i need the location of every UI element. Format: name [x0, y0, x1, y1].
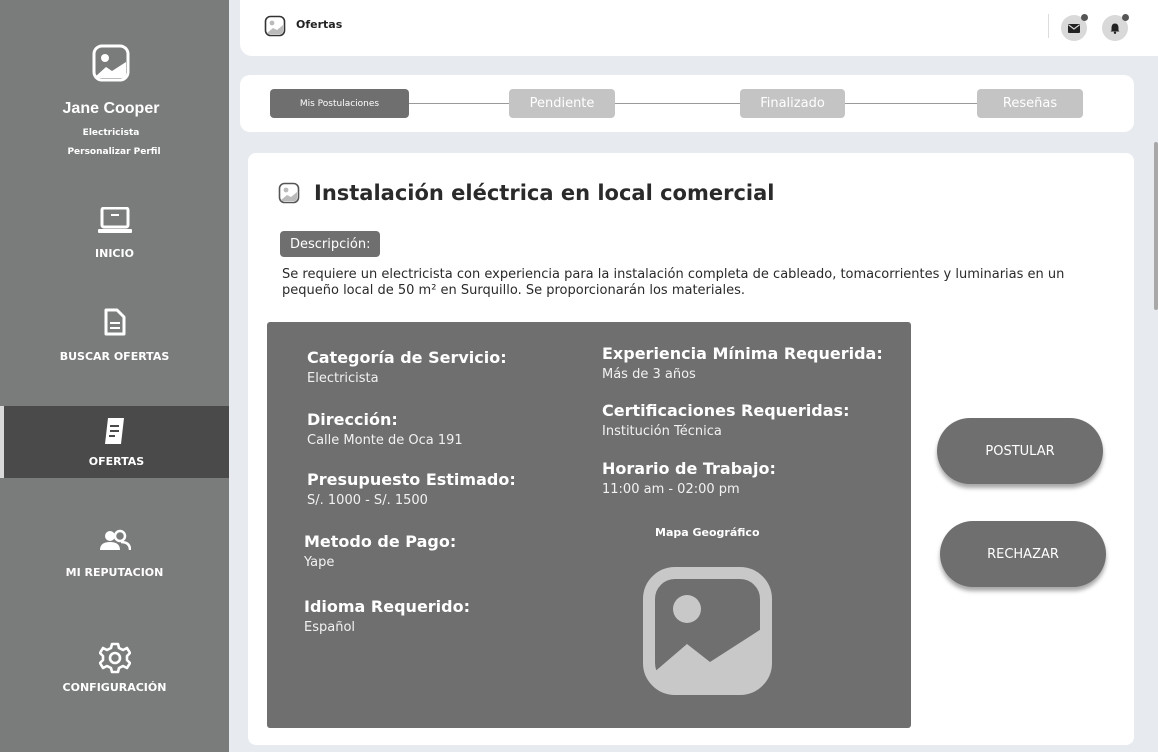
- sidebar-item-mi-reputacion[interactable]: MI REPUTACION: [0, 525, 229, 595]
- field-label: Idioma Requerido:: [304, 597, 471, 616]
- field-value: 11:00 am - 02:00 pm: [602, 482, 740, 497]
- top-bar: Ofertas: [240, 0, 1158, 56]
- field-value: Yape: [304, 555, 335, 570]
- notifications-button[interactable]: [1102, 14, 1129, 41]
- mail-button[interactable]: [1061, 14, 1088, 41]
- field-value: Más de 3 años: [602, 367, 696, 382]
- postular-button[interactable]: POSTULAR: [937, 418, 1103, 484]
- category-field: Categoría de Servicio: Electricista: [307, 348, 507, 386]
- sidebar-item-label: MI REPUTACION: [65, 566, 164, 579]
- description-label: Descripción:: [280, 231, 381, 257]
- field-label: Dirección:: [307, 410, 398, 429]
- divider: [1048, 14, 1049, 38]
- experience-field: Experiencia Mínima Requerida: Más de 3 a…: [602, 344, 883, 382]
- field-label: Presupuesto Estimado:: [307, 470, 516, 489]
- field-label: Horario de Trabajo:: [602, 459, 776, 478]
- sidebar-item-label: OFERTAS: [88, 455, 145, 468]
- job-description: Se requiere un electricista con experien…: [282, 267, 1065, 298]
- job-detail-card: Instalación eléctrica en local comercial…: [248, 153, 1134, 745]
- map-image-icon[interactable]: [642, 566, 773, 696]
- users-icon: [99, 529, 131, 551]
- bell-icon: [1110, 23, 1120, 34]
- tab-finalizado[interactable]: Finalizado: [740, 89, 845, 118]
- page-title: Ofertas: [296, 18, 343, 31]
- sidebar-item-label: BUSCAR OFERTAS: [59, 350, 170, 363]
- tab-resenas[interactable]: Reseñas: [977, 89, 1083, 118]
- payment-field: Metodo de Pago: Yape: [304, 532, 456, 570]
- status-tabs: Mis Postulaciones Pendiente Finalizado R…: [240, 75, 1134, 132]
- sidebar-item-ofertas[interactable]: OFERTAS: [0, 406, 229, 478]
- sidebar: Jane Cooper Electricista Personalizar Pe…: [0, 0, 229, 752]
- customize-profile-link[interactable]: Personalizar Perfil: [0, 147, 228, 157]
- field-label: Categoría de Servicio:: [307, 348, 507, 367]
- job-title: Instalación eléctrica en local comercial: [314, 181, 775, 205]
- notification-dot: [1122, 14, 1129, 21]
- job-details-panel: Categoría de Servicio: Electricista Dire…: [267, 322, 911, 728]
- notification-dot: [1081, 14, 1088, 21]
- field-label: Certificaciones Requeridas:: [602, 401, 850, 420]
- map-label: Mapa Geográfico: [655, 526, 760, 539]
- scrollbar[interactable]: [1154, 142, 1158, 310]
- sidebar-item-buscar-ofertas[interactable]: BUSCAR OFERTAS: [0, 304, 229, 374]
- field-value: S/. 1000 - S/. 1500: [307, 493, 428, 508]
- budget-field: Presupuesto Estimado: S/. 1000 - S/. 150…: [307, 470, 516, 508]
- field-value: Español: [304, 620, 356, 635]
- language-field: Idioma Requerido: Español: [304, 597, 470, 635]
- gear-icon: [98, 642, 131, 674]
- schedule-field: Horario de Trabajo: 11:00 am - 02:00 pm: [602, 459, 776, 497]
- sidebar-item-inicio[interactable]: INICIO: [0, 200, 229, 270]
- rechazar-button[interactable]: RECHAZAR: [940, 521, 1106, 587]
- field-value: Institución Técnica: [602, 424, 722, 439]
- field-label: Experiencia Mínima Requerida:: [602, 344, 883, 363]
- document-icon: [104, 308, 125, 336]
- image-placeholder-icon: [278, 182, 300, 204]
- offers-document-icon: [104, 418, 124, 444]
- sidebar-item-label: INICIO: [95, 247, 134, 260]
- sidebar-item-label: CONFIGURACIÓN: [62, 681, 167, 694]
- profile-role: Electricista: [82, 128, 140, 138]
- image-placeholder-icon: [264, 15, 286, 37]
- tab-pendiente[interactable]: Pendiente: [509, 89, 615, 118]
- progress-line: [298, 103, 1068, 104]
- field-label: Metodo de Pago:: [304, 532, 457, 551]
- field-value: Calle Monte de Oca 191: [307, 433, 463, 448]
- tab-mis-postulaciones[interactable]: Mis Postulaciones: [270, 89, 409, 118]
- field-value: Electricista: [307, 371, 379, 386]
- address-field: Dirección: Calle Monte de Oca 191: [307, 410, 463, 448]
- avatar-image-icon[interactable]: [92, 44, 130, 82]
- profile-name: Jane Cooper: [62, 100, 160, 117]
- laptop-icon: [97, 207, 132, 233]
- sidebar-item-configuracion[interactable]: CONFIGURACIÓN: [0, 640, 229, 710]
- mail-icon: [1068, 23, 1080, 33]
- certifications-field: Certificaciones Requeridas: Institución …: [602, 401, 849, 439]
